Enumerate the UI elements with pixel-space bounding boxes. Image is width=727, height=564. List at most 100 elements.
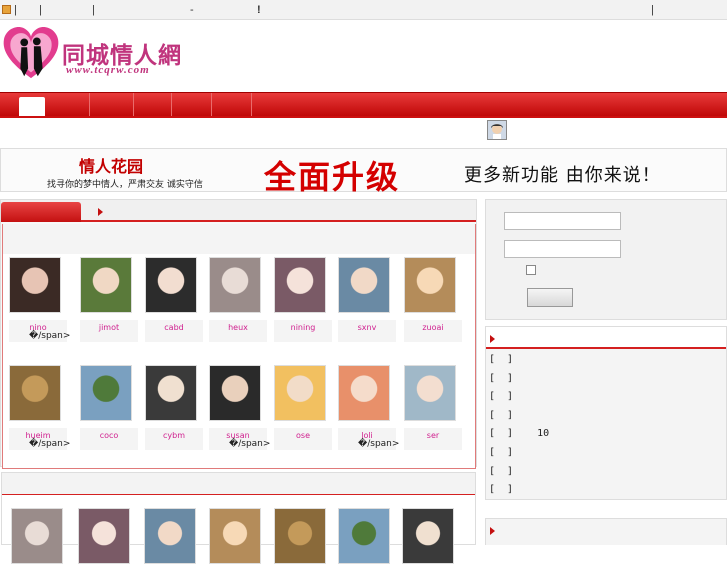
member-photo[interactable] — [338, 257, 390, 313]
member-card[interactable]: loli �/span> — [338, 365, 399, 450]
member-name[interactable]: jimot — [80, 320, 138, 342]
nav-item[interactable] — [172, 93, 212, 117]
panel-header — [1, 200, 476, 222]
nav-item[interactable] — [90, 93, 134, 117]
member-card[interactable]: cabd — [145, 257, 203, 342]
list-item[interactable]: [ ] — [489, 410, 513, 421]
member-photo[interactable] — [11, 508, 63, 564]
member-name[interactable]: cabd — [145, 320, 203, 342]
member-extra-text: �/span> — [29, 439, 71, 449]
member-card[interactable]: hueim �/span> — [9, 365, 70, 450]
member-name[interactable]: cybm — [145, 428, 203, 450]
member-photo[interactable] — [9, 365, 61, 421]
member-extra-text: �/span> — [229, 439, 271, 449]
nav-item[interactable] — [212, 93, 252, 117]
promo-banner[interactable]: 情人花园 找寻你的梦中情人，严肃交友 诚实守信 全面升级 更多新功能 由你来说！ — [0, 148, 727, 196]
top-separator: ! — [257, 4, 261, 16]
banner-brand: 情人花园 — [79, 157, 144, 176]
member-name[interactable]: nining — [274, 320, 332, 342]
news-list-panel: [ ] [ ] [ ] [ ] [ ] 10 [ ] [ ] [ ] — [485, 326, 727, 500]
member-photo[interactable] — [209, 257, 261, 313]
banner-tagline: 更多新功能 由你来说！ — [464, 165, 661, 186]
new-members-panel — [1, 472, 476, 564]
member-photo[interactable] — [144, 508, 196, 564]
list-item[interactable]: [ ] — [489, 466, 513, 477]
top-separator: | — [651, 4, 654, 16]
member-photo[interactable] — [145, 257, 197, 313]
top-bar: | | | - ! | — [0, 0, 727, 20]
list-item[interactable]: [ ] 10 — [489, 428, 549, 439]
member-card[interactable]: zuoai — [404, 257, 462, 342]
member-name[interactable]: heux — [209, 320, 267, 342]
top-separator: | — [92, 4, 95, 16]
top-separator: - — [190, 4, 194, 16]
member-card[interactable]: cybm — [145, 365, 203, 450]
password-input[interactable] — [504, 240, 621, 258]
member-photo[interactable] — [9, 257, 61, 313]
list-item[interactable]: [ ] — [489, 447, 513, 458]
logo-url: www.tcqrw.com — [66, 64, 150, 76]
member-photo[interactable] — [78, 508, 130, 564]
member-card[interactable]: jimot — [80, 257, 138, 342]
list-item[interactable]: [ ] — [489, 484, 513, 495]
member-card[interactable]: ose — [274, 365, 332, 450]
grid-header-strip — [3, 224, 475, 254]
top-separator: | — [39, 4, 42, 16]
top-separator: | — [14, 4, 17, 16]
member-photo[interactable] — [274, 365, 326, 421]
member-photo[interactable] — [209, 365, 261, 421]
heart-logo-icon — [3, 27, 59, 79]
member-extra-text: �/span> — [29, 331, 71, 341]
panel-tab-active[interactable] — [1, 202, 81, 222]
member-name[interactable]: zuoai — [404, 320, 462, 342]
member-extra-text: �/span> — [358, 439, 400, 449]
nav-item[interactable] — [46, 93, 90, 117]
panel-header — [2, 473, 475, 495]
member-name[interactable]: ose — [274, 428, 332, 450]
member-photo[interactable] — [80, 365, 132, 421]
face-icon — [488, 121, 506, 139]
member-card[interactable]: susan �/span> — [209, 365, 270, 450]
member-name[interactable]: ser — [404, 428, 462, 450]
member-card[interactable]: sxnv — [338, 257, 396, 342]
list-item[interactable]: [ ] — [489, 391, 513, 402]
arrow-right-icon — [490, 335, 495, 343]
member-name[interactable]: sxnv — [338, 320, 396, 342]
banner-slogan: 找寻你的梦中情人，严肃交友 诚实守信 — [47, 180, 203, 190]
list-panel-header — [486, 327, 726, 349]
user-avatar-icon[interactable] — [487, 120, 507, 140]
member-photo[interactable] — [402, 508, 454, 564]
member-photo[interactable] — [338, 508, 390, 564]
member-card[interactable]: heux — [209, 257, 267, 342]
member-card[interactable]: nino �/span> — [9, 257, 70, 342]
remember-checkbox[interactable] — [526, 265, 536, 275]
home-icon[interactable] — [2, 5, 11, 14]
arrow-right-icon — [490, 527, 495, 535]
member-grid: nino �/span> jimot cabd heux nining sxnv zuoai … — [2, 224, 476, 469]
site-logo[interactable]: 同城情人網 www.tcqrw.com — [2, 24, 182, 84]
member-card[interactable]: coco — [80, 365, 138, 450]
member-photo[interactable] — [145, 365, 197, 421]
member-photo[interactable] — [274, 257, 326, 313]
banner-headline: 全面升级 — [264, 158, 401, 196]
list-item[interactable]: [ ] — [489, 354, 513, 365]
featured-members-panel: nino �/span> jimot cabd heux nining sxnv zuoai … — [0, 199, 477, 469]
member-photo[interactable] — [80, 257, 132, 313]
login-panel — [485, 199, 727, 320]
member-photo[interactable] — [404, 365, 456, 421]
member-photo[interactable] — [338, 365, 390, 421]
member-photo[interactable] — [404, 257, 456, 313]
nav-item[interactable] — [134, 93, 172, 117]
user-bar — [0, 118, 727, 148]
member-photo[interactable] — [209, 508, 261, 564]
main-nav — [0, 92, 727, 119]
username-input[interactable] — [504, 212, 621, 230]
member-photo[interactable] — [274, 508, 326, 564]
member-card[interactable]: ser — [404, 365, 462, 450]
login-button[interactable] — [527, 288, 573, 307]
side-panel-2 — [485, 518, 727, 545]
arrow-right-icon — [98, 208, 103, 216]
member-card[interactable]: nining — [274, 257, 332, 342]
list-item[interactable]: [ ] — [489, 373, 513, 384]
member-name[interactable]: coco — [80, 428, 138, 450]
